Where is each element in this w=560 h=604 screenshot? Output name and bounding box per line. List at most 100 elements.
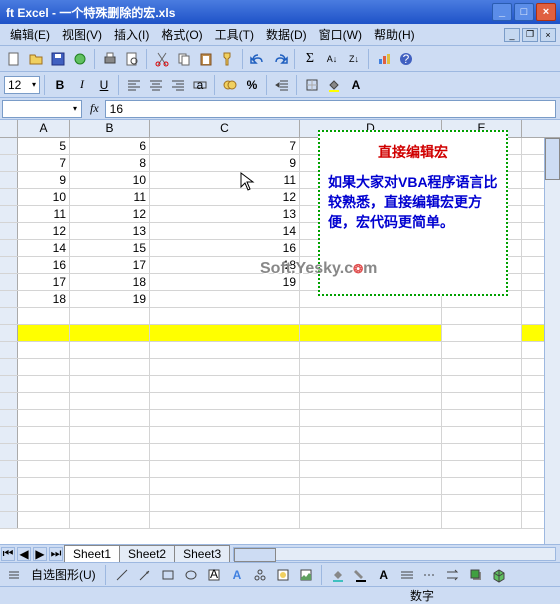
cell[interactable]: [150, 308, 300, 324]
cell[interactable]: [18, 461, 70, 477]
cell[interactable]: 11: [150, 172, 300, 188]
redo-icon[interactable]: [270, 49, 290, 69]
cell[interactable]: 7: [18, 155, 70, 171]
row-header[interactable]: [0, 444, 18, 460]
row-header[interactable]: [0, 461, 18, 477]
clipart-icon[interactable]: [273, 565, 293, 585]
vertical-scrollbar[interactable]: [544, 138, 560, 544]
cell[interactable]: 12: [150, 189, 300, 205]
select-all-corner[interactable]: [0, 120, 18, 137]
cell[interactable]: 12: [18, 223, 70, 239]
tab-nav-next-icon[interactable]: ▶: [33, 547, 47, 561]
cell[interactable]: 19: [70, 291, 150, 307]
mdi-restore-button[interactable]: ❐: [522, 28, 538, 42]
row-header[interactable]: [0, 393, 18, 409]
row-header[interactable]: [0, 512, 18, 528]
bold-button[interactable]: B: [50, 75, 70, 95]
grid-row[interactable]: [0, 495, 560, 512]
row-header[interactable]: [0, 376, 18, 392]
cell[interactable]: 13: [70, 223, 150, 239]
cell[interactable]: [70, 393, 150, 409]
cell[interactable]: [70, 495, 150, 511]
cell[interactable]: [150, 495, 300, 511]
cell[interactable]: 12: [70, 206, 150, 222]
linecolor-icon[interactable]: [351, 565, 371, 585]
sort-desc-icon[interactable]: Z↓: [344, 49, 364, 69]
cell[interactable]: [442, 495, 522, 511]
diagram-icon[interactable]: [250, 565, 270, 585]
row-header[interactable]: [0, 427, 18, 443]
cell[interactable]: [18, 410, 70, 426]
grid-row[interactable]: [0, 427, 560, 444]
draw-menu-icon[interactable]: [4, 565, 24, 585]
paste-icon[interactable]: [196, 49, 216, 69]
arrow-icon[interactable]: [135, 565, 155, 585]
cell[interactable]: [300, 342, 442, 358]
cell[interactable]: [442, 359, 522, 375]
cell[interactable]: 14: [18, 240, 70, 256]
grid-row[interactable]: [0, 410, 560, 427]
cell[interactable]: [70, 342, 150, 358]
italic-button[interactable]: I: [72, 75, 92, 95]
cell[interactable]: 17: [18, 274, 70, 290]
cell[interactable]: [442, 342, 522, 358]
dashstyle-icon[interactable]: [420, 565, 440, 585]
save-icon[interactable]: [48, 49, 68, 69]
cell[interactable]: [300, 376, 442, 392]
cell[interactable]: [442, 512, 522, 528]
cell[interactable]: [300, 427, 442, 443]
textbox-icon[interactable]: A: [204, 565, 224, 585]
cell[interactable]: [300, 461, 442, 477]
cell[interactable]: [442, 376, 522, 392]
currency-icon[interactable]: [220, 75, 240, 95]
minimize-button[interactable]: _: [492, 3, 512, 21]
menu-view[interactable]: 视图(V): [56, 24, 108, 45]
cell[interactable]: [300, 410, 442, 426]
grid-row[interactable]: [0, 325, 560, 342]
fillcolor-icon[interactable]: [324, 75, 344, 95]
tab-sheet2[interactable]: Sheet2: [119, 545, 175, 562]
grid-row[interactable]: [0, 359, 560, 376]
row-header[interactable]: [0, 223, 18, 239]
cell[interactable]: [150, 359, 300, 375]
oval-icon[interactable]: [181, 565, 201, 585]
cell[interactable]: 9: [18, 172, 70, 188]
cell[interactable]: 11: [18, 206, 70, 222]
cell[interactable]: [18, 359, 70, 375]
tab-nav-prev-icon[interactable]: ◀: [17, 547, 31, 561]
align-center-icon[interactable]: [146, 75, 166, 95]
col-header-b[interactable]: B: [70, 120, 150, 137]
merge-center-icon[interactable]: a: [190, 75, 210, 95]
cell[interactable]: 15: [70, 240, 150, 256]
grid-row[interactable]: [0, 376, 560, 393]
cell[interactable]: [70, 376, 150, 392]
grid-row[interactable]: [0, 444, 560, 461]
cell[interactable]: [300, 478, 442, 494]
rectangle-icon[interactable]: [158, 565, 178, 585]
help-icon[interactable]: ?: [396, 49, 416, 69]
cell[interactable]: [18, 393, 70, 409]
cell[interactable]: [300, 495, 442, 511]
row-header[interactable]: [0, 291, 18, 307]
row-header[interactable]: [0, 325, 18, 341]
copy-icon[interactable]: [174, 49, 194, 69]
maximize-button[interactable]: □: [514, 3, 534, 21]
cell[interactable]: [150, 444, 300, 460]
cell[interactable]: [70, 427, 150, 443]
col-header-c[interactable]: C: [150, 120, 300, 137]
picture-icon[interactable]: [296, 565, 316, 585]
cut-icon[interactable]: [152, 49, 172, 69]
open-icon[interactable]: [26, 49, 46, 69]
name-box[interactable]: ▾: [2, 100, 82, 118]
row-header[interactable]: [0, 155, 18, 171]
fillcolor-draw-icon[interactable]: [328, 565, 348, 585]
cell[interactable]: [18, 495, 70, 511]
row-header[interactable]: [0, 359, 18, 375]
row-header[interactable]: [0, 206, 18, 222]
cell[interactable]: 18: [18, 291, 70, 307]
cell[interactable]: 10: [70, 172, 150, 188]
row-header[interactable]: [0, 189, 18, 205]
cell[interactable]: [18, 444, 70, 460]
shadow-icon[interactable]: [466, 565, 486, 585]
horizontal-scrollbar[interactable]: [233, 547, 556, 561]
